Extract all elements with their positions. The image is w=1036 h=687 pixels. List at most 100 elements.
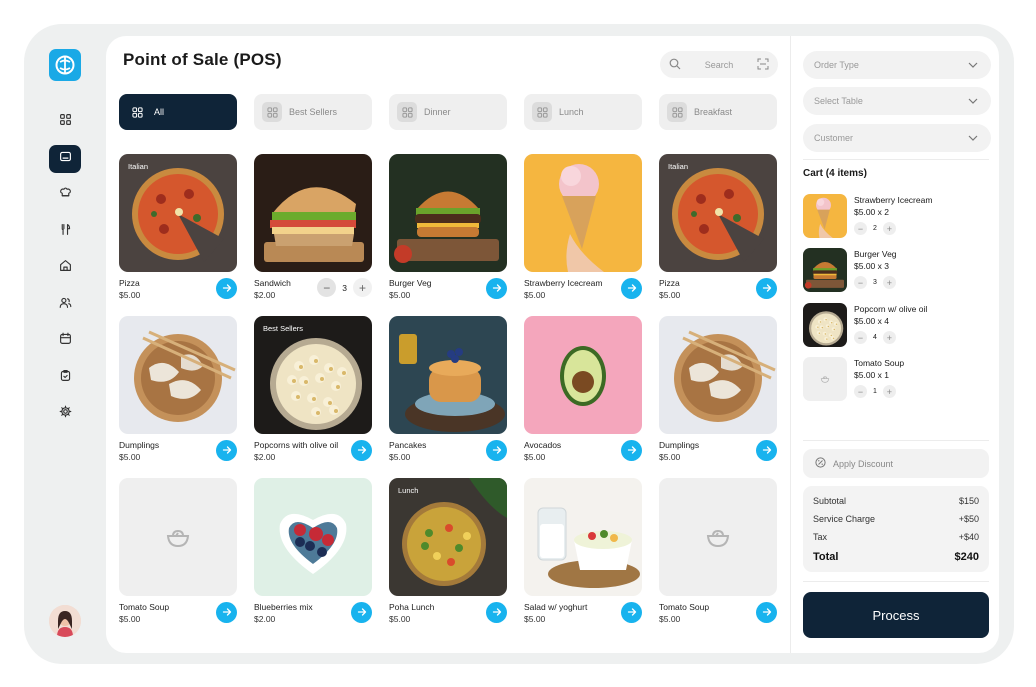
sidebar-item-chef-hat[interactable] — [49, 181, 81, 209]
sidebar-item-settings[interactable] — [49, 400, 81, 428]
product-card[interactable]: Best Sellers Popcorns with olive oil $2.00 — [254, 316, 372, 463]
add-to-cart-button[interactable] — [756, 278, 777, 299]
plus-icon[interactable]: + — [882, 385, 896, 398]
add-to-cart-button[interactable] — [216, 602, 237, 623]
user-avatar[interactable] — [49, 605, 81, 637]
store-icon — [59, 259, 72, 277]
cart-item-qty: 3 — [873, 279, 877, 286]
cart-item: Tomato Soup $5.00 x 1 −1 + — [803, 357, 989, 403]
add-to-cart-button[interactable] — [216, 278, 237, 299]
tab-breakfast[interactable]: Breakfast — [659, 94, 777, 130]
apply-discount-button[interactable]: Apply Discount — [803, 449, 989, 478]
product-card[interactable]: Strawberry Icecream $5.00 — [524, 154, 642, 301]
sidebar-item-clipboard[interactable] — [49, 364, 81, 392]
product-card[interactable]: Avocados $5.00 — [524, 316, 642, 463]
product-card[interactable]: Tomato Soup $5.00 — [659, 478, 777, 625]
product-card[interactable]: Blueberries mix $2.00 — [254, 478, 372, 625]
tax-row: Tax +$40 — [813, 532, 979, 550]
add-to-cart-button[interactable] — [486, 602, 507, 623]
plus-icon[interactable]: + — [882, 222, 896, 235]
product-card[interactable]: Italian Pizza $5.00 — [659, 154, 777, 301]
add-to-cart-button[interactable] — [486, 440, 507, 461]
add-to-cart-button[interactable] — [486, 278, 507, 299]
product-card[interactable]: Lunch Poha Lunch $5.00 — [389, 478, 507, 625]
divider — [803, 440, 989, 441]
product-image-pancakes — [389, 316, 507, 434]
product-card[interactable]: Sandwich $2.00 −3 + — [254, 154, 372, 301]
minus-icon[interactable]: − — [854, 331, 867, 344]
quantity-stepper[interactable]: −3 + — [317, 278, 372, 297]
product-image-poha: Lunch — [389, 478, 507, 596]
grid-icon — [127, 102, 147, 122]
product-card[interactable]: Salad w/ yoghurt $5.00 — [524, 478, 642, 625]
product-card[interactable]: Tomato Soup $5.00 — [119, 478, 237, 625]
customer-select[interactable]: Customer — [803, 124, 991, 152]
minus-icon[interactable]: − — [854, 222, 867, 235]
cart-quantity-stepper[interactable]: −1 + — [854, 385, 896, 398]
product-image-pizza: Italian — [659, 154, 777, 272]
minus-icon[interactable]: − — [854, 385, 867, 398]
cart-title: Cart (4 items) — [803, 168, 867, 179]
settings-icon — [59, 405, 72, 423]
cart-item-qty-line: $5.00 x 2 — [854, 207, 889, 217]
search-input[interactable]: Search — [681, 60, 757, 70]
minus-icon[interactable]: − — [854, 276, 867, 289]
product-card[interactable]: Pancakes $5.00 — [389, 316, 507, 463]
plus-icon[interactable]: + — [353, 278, 372, 297]
tab-dinner[interactable]: Dinner — [389, 94, 507, 130]
order-summary: Subtotal $150 Service Charge +$50 Tax +$40 … — [803, 486, 989, 572]
product-price: $5.00 — [389, 452, 411, 462]
total-row: Total $240 — [813, 551, 979, 569]
minus-icon[interactable]: − — [317, 278, 337, 297]
add-to-cart-button[interactable] — [621, 602, 642, 623]
sidebar-item-store[interactable] — [49, 254, 81, 282]
sidebar-item-pos-terminal[interactable] — [49, 144, 81, 173]
product-name: Strawberry Icecream — [524, 278, 603, 288]
process-button[interactable]: Process — [803, 592, 989, 638]
select-table-select[interactable]: Select Table — [803, 87, 991, 115]
search-bar[interactable]: Search — [660, 51, 778, 78]
product-name: Popcorns with olive oil — [254, 440, 339, 450]
add-to-cart-button[interactable] — [351, 440, 372, 461]
add-to-cart-button[interactable] — [756, 602, 777, 623]
plus-icon[interactable]: + — [882, 331, 896, 344]
plus-icon[interactable]: + — [882, 276, 896, 289]
cart-quantity-stepper[interactable]: −3 + — [854, 276, 896, 289]
total-label: Total — [813, 551, 839, 563]
cart-quantity-stepper[interactable]: −2 + — [854, 222, 896, 235]
cart-item-image-popcorn — [803, 303, 847, 347]
product-tag: Italian — [128, 162, 149, 171]
logo-icon[interactable] — [49, 49, 81, 81]
product-price: $5.00 — [389, 614, 411, 624]
sidebar-item-calendar[interactable] — [49, 327, 81, 355]
tab-label: Lunch — [559, 107, 584, 117]
product-name: Blueberries mix — [254, 602, 313, 612]
sidebar-item-users[interactable] — [49, 291, 81, 319]
tab-lunch[interactable]: Lunch — [524, 94, 642, 130]
add-to-cart-button[interactable] — [351, 602, 372, 623]
sidebar-item-utensils[interactable] — [49, 218, 81, 246]
tab-all[interactable]: All — [119, 94, 237, 130]
arrow-right-icon — [492, 604, 502, 622]
product-card[interactable]: Dumplings $5.00 — [659, 316, 777, 463]
cart-item-qty-line: $5.00 x 3 — [854, 261, 889, 271]
tab-label: All — [154, 107, 165, 117]
arrow-right-icon — [762, 280, 772, 298]
add-to-cart-button[interactable] — [621, 440, 642, 461]
divider — [803, 581, 989, 582]
tab-best-sellers[interactable]: Best Sellers — [254, 94, 372, 130]
cart-quantity-stepper[interactable]: −4 + — [854, 331, 896, 344]
product-image-icecream — [524, 154, 642, 272]
product-card[interactable]: Burger Veg $5.00 — [389, 154, 507, 301]
product-card[interactable]: Dumplings $5.00 — [119, 316, 237, 463]
add-to-cart-button[interactable] — [216, 440, 237, 461]
order-type-select[interactable]: Order Type — [803, 51, 991, 79]
product-card[interactable]: Italian Pizza $5.00 — [119, 154, 237, 301]
app-frame: Point of Sale (POS) Search All Best Selle… — [24, 24, 1014, 664]
add-to-cart-button[interactable] — [756, 440, 777, 461]
scan-icon[interactable] — [757, 58, 769, 72]
add-to-cart-button[interactable] — [621, 278, 642, 299]
sidebar-item-dashboard[interactable] — [49, 108, 81, 136]
arrow-right-icon — [627, 604, 637, 622]
select-table-label: Select Table — [814, 96, 863, 106]
